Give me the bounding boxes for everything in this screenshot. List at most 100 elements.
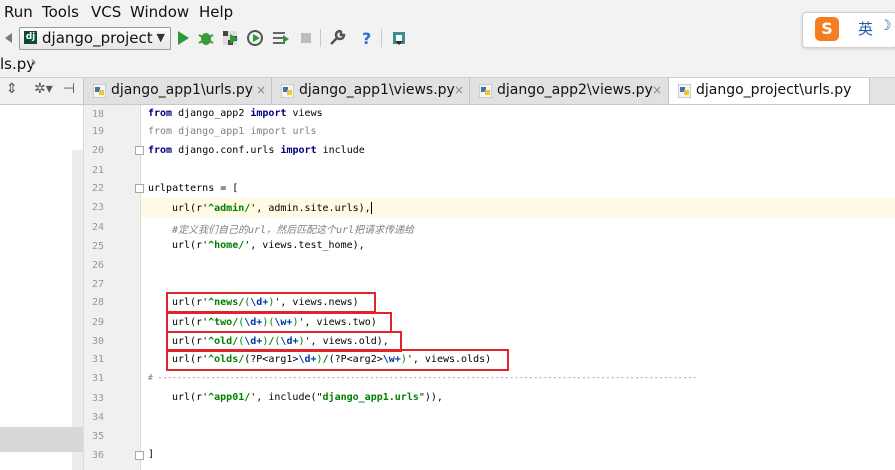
project-panel-toolbar: ⇕ ✲▾ ⊣ xyxy=(0,78,84,104)
code-line-20[interactable]: from django.conf.urls import include xyxy=(148,145,365,156)
code-line-24-comment[interactable]: #定义我们自己的url，然后匹配这个url把请求传递给 xyxy=(172,221,414,236)
code-text: url(r' xyxy=(172,203,209,214)
run-tasks-icon[interactable] xyxy=(271,29,289,47)
project-tree-selected-row[interactable] xyxy=(0,427,83,452)
fold-marker-icon[interactable] xyxy=(135,146,144,155)
menu-run[interactable]: Run xyxy=(4,3,33,21)
tab-label: django_project\urls.py xyxy=(696,82,852,98)
keyword: import xyxy=(250,108,287,119)
menu-vcs[interactable]: VCS xyxy=(91,3,121,21)
input-method-widget[interactable]: S 英 ☽ xyxy=(802,12,895,48)
regex-string: ^admin/ xyxy=(208,203,251,214)
line-number: 22 xyxy=(91,183,104,194)
text-cursor xyxy=(370,202,372,214)
python-file-icon xyxy=(678,84,691,98)
tab-django-app2-views[interactable]: django_app2\views.py × xyxy=(470,78,669,104)
run-configuration-select[interactable]: dj django_project ▼ xyxy=(19,27,171,50)
tab-django-project-urls[interactable]: django_project\urls.py xyxy=(669,78,870,104)
main-toolbar: dj django_project ▼ ? xyxy=(0,24,895,53)
help-icon[interactable]: ? xyxy=(358,29,376,47)
line-number: 33 xyxy=(91,393,104,404)
close-icon[interactable]: × xyxy=(454,83,464,97)
code-line-33[interactable]: url(r'^app01/', include("django_app1.url… xyxy=(172,392,443,403)
code-text: django.conf.urls xyxy=(172,145,281,156)
code-line-19[interactable]: from django_app1 import urls xyxy=(148,126,317,137)
chevron-down-icon: ▼ xyxy=(156,31,165,44)
close-icon[interactable]: × xyxy=(256,83,266,97)
keyword: import xyxy=(280,145,317,156)
settings-wrench-icon[interactable] xyxy=(328,29,346,47)
code-text: django_app2 xyxy=(172,108,251,119)
tab-django-app1-urls[interactable]: django_app1\urls.py × xyxy=(84,78,272,104)
sdk-download-icon[interactable] xyxy=(390,29,408,47)
code-line-separator-comment[interactable]: # --------------------------------------… xyxy=(148,373,697,382)
code-text: ', admin.site.urls), xyxy=(250,203,371,214)
code-line-22[interactable]: urlpatterns = [ xyxy=(148,183,238,194)
sogou-logo-icon: S xyxy=(815,17,839,41)
highlight-box-line-31 xyxy=(166,349,509,371)
line-number: 26 xyxy=(91,260,104,271)
python-file-icon xyxy=(479,84,492,98)
stop-icon[interactable] xyxy=(297,29,315,47)
code-line-36[interactable]: ] xyxy=(148,449,154,460)
string-literal: django_app1.urls xyxy=(322,392,419,403)
hide-panel-icon[interactable]: ⊣ xyxy=(63,81,75,97)
line-number: 35 xyxy=(91,431,104,442)
line-number: 19 xyxy=(91,126,104,137)
line-number: 34 xyxy=(91,412,104,423)
gear-icon[interactable]: ✲▾ xyxy=(34,81,53,97)
breadcrumb-separator-icon: › xyxy=(30,52,38,73)
tab-label: django_app2\views.py xyxy=(497,82,653,98)
back-arrow-icon[interactable] xyxy=(2,32,14,44)
line-number: 28 xyxy=(91,297,104,308)
menu-tools[interactable]: Tools xyxy=(42,3,79,21)
menu-window[interactable]: Window xyxy=(130,3,189,21)
svg-text:?: ? xyxy=(362,29,371,47)
code-text: include xyxy=(316,145,365,156)
code-line-23[interactable]: url(r'^admin/', admin.site.urls), xyxy=(172,202,372,214)
code-text: url(r' xyxy=(172,240,209,251)
debug-icon[interactable] xyxy=(197,29,215,47)
coverage-icon[interactable] xyxy=(221,29,239,47)
python-file-icon xyxy=(281,84,294,98)
ime-language[interactable]: 英 xyxy=(858,18,873,39)
code-line-18[interactable]: from django_app2 import views xyxy=(148,108,323,119)
line-number: 18 xyxy=(91,109,104,120)
collapse-all-icon[interactable]: ⇕ xyxy=(6,81,18,97)
line-number: 31 xyxy=(91,373,104,384)
toolbar-divider xyxy=(381,29,382,47)
line-number: 23 xyxy=(91,202,104,213)
run-icon[interactable] xyxy=(174,29,192,47)
line-number: 31 xyxy=(91,354,104,365)
line-number-gutter: 18 19 20 21 22 23 24 25 26 27 28 29 30 3… xyxy=(84,105,144,470)
django-icon: dj xyxy=(24,31,37,44)
highlight-box-line-29 xyxy=(166,312,392,333)
menu-help[interactable]: Help xyxy=(199,3,233,21)
python-file-icon xyxy=(93,84,106,98)
regex-string: ^app01/ xyxy=(208,392,251,403)
line-number: 29 xyxy=(91,317,104,328)
editor-tabs: ⇕ ✲▾ ⊣ django_app1\urls.py × django_app1… xyxy=(0,78,895,105)
ime-moon-icon[interactable]: ☽ xyxy=(879,18,892,34)
regex-string: ^home/ xyxy=(208,240,245,251)
keyword: from xyxy=(148,145,173,156)
menu-bar: Run Tools VCS Window Help xyxy=(0,0,895,24)
run-configuration-label: django_project xyxy=(42,29,153,47)
project-panel-scrollbar[interactable] xyxy=(72,150,83,470)
tab-label: django_app1\views.py xyxy=(299,82,455,98)
line-number: 36 xyxy=(91,450,104,461)
tab-label: django_app1\urls.py xyxy=(111,82,254,98)
line-number: 20 xyxy=(91,145,104,156)
line-number: 25 xyxy=(91,241,104,252)
profile-icon[interactable] xyxy=(246,29,264,47)
fold-marker-icon[interactable] xyxy=(135,451,144,460)
toolbar-divider xyxy=(320,29,321,47)
fold-marker-icon[interactable] xyxy=(135,184,144,193)
code-text: url(r' xyxy=(172,392,209,403)
code-line-25[interactable]: url(r'^home/', views.test_home), xyxy=(172,240,365,251)
tab-django-app1-views[interactable]: django_app1\views.py × xyxy=(272,78,470,104)
line-number: 21 xyxy=(91,165,104,176)
highlight-box-line-28 xyxy=(166,292,376,313)
code-text: ', views.test_home), xyxy=(244,240,365,251)
close-icon[interactable]: × xyxy=(652,83,662,97)
